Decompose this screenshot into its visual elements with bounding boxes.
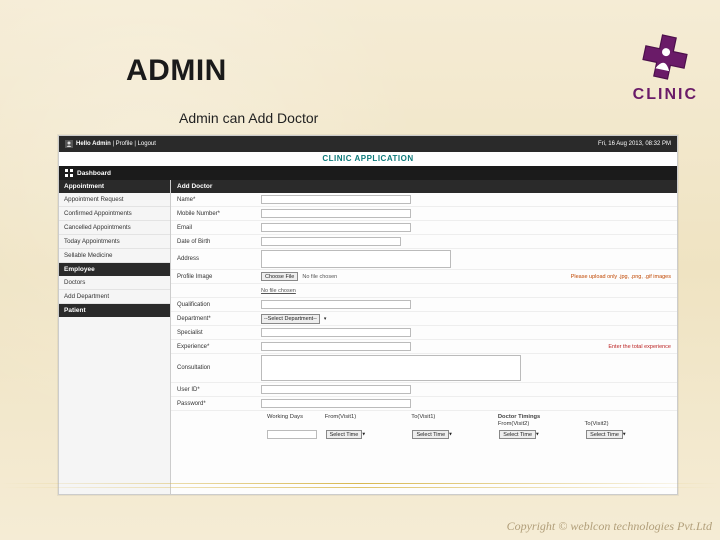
image-note: Please upload only .jpg, .png, .gif imag… xyxy=(571,274,671,280)
experience-field[interactable] xyxy=(261,342,411,351)
sidebar-head-patient: Patient xyxy=(59,304,170,317)
app-title: CLINIC APPLICATION xyxy=(59,152,677,166)
label-password: Password* xyxy=(171,401,261,407)
label-experience: Experience* xyxy=(171,344,261,350)
decorative-line xyxy=(0,487,720,488)
sidebar-head-employee: Employee xyxy=(59,263,170,276)
schedule-block: Working Days From(Visit1) To(Visit1) Doc… xyxy=(171,411,677,443)
label-name: Name* xyxy=(171,197,261,203)
sidebar-item[interactable]: Sellable Medicine xyxy=(59,249,170,263)
userid-field[interactable] xyxy=(261,385,411,394)
choose-file-button[interactable]: Choose File xyxy=(261,272,298,281)
dashboard-bar: Dashboard xyxy=(59,166,677,180)
label-department: Department* xyxy=(171,316,261,322)
from1-select[interactable]: Select Time xyxy=(326,430,363,439)
form-panel: Add Doctor Name* Mobile Number* Email Da… xyxy=(171,180,677,494)
day-field[interactable] xyxy=(267,430,317,439)
col-from2: From(Visit2) xyxy=(498,420,585,428)
no-file-link[interactable]: No file chosen xyxy=(261,288,296,294)
sidebar-item-add-department[interactable]: Add Department xyxy=(59,290,170,304)
label-specialist: Specialist xyxy=(171,330,261,336)
label-mobile: Mobile Number* xyxy=(171,211,261,217)
brand-logo: CLINIC xyxy=(633,30,698,104)
topbar: Hello Admin | Profile | Logout Fri, 16 A… xyxy=(59,136,677,152)
label-qualification: Qualification xyxy=(171,302,261,308)
user-greeting: Hello Admin | Profile | Logout xyxy=(65,140,156,148)
from2-select[interactable]: Select Time xyxy=(499,430,536,439)
sidebar-item[interactable]: Today Appointments xyxy=(59,235,170,249)
to2-select[interactable]: Select Time xyxy=(586,430,623,439)
experience-note: Enter the total experience xyxy=(608,344,671,350)
sidebar-item-doctors[interactable]: Doctors xyxy=(59,276,170,290)
specialist-field[interactable] xyxy=(261,328,411,337)
dashboard-icon xyxy=(65,169,73,177)
password-field[interactable] xyxy=(261,399,411,408)
label-email: Email xyxy=(171,225,261,231)
datetime-text: Fri, 16 Aug 2013, 08:32 PM xyxy=(598,141,671,147)
consultation-field[interactable] xyxy=(261,355,521,381)
label-profile-image: Profile Image xyxy=(171,274,261,280)
decorative-line xyxy=(0,483,720,484)
label-consultation: Consultation xyxy=(171,365,261,371)
label-address: Address xyxy=(171,256,261,262)
dob-field[interactable] xyxy=(261,237,401,246)
sidebar-item[interactable]: Appointment Request xyxy=(59,193,170,207)
department-select[interactable]: --Select Department-- xyxy=(261,314,320,324)
mobile-field[interactable] xyxy=(261,209,411,218)
slide-title: ADMIN xyxy=(126,54,227,88)
col-to2: To(Visit2) xyxy=(584,420,671,428)
address-field[interactable] xyxy=(261,250,451,268)
clinic-plus-icon xyxy=(638,30,692,84)
no-file-text: No file chosen xyxy=(302,274,337,280)
slide: ADMIN Admin can Add Doctor CLINIC Hello … xyxy=(0,0,720,540)
copyright-text: Copyright © weblcon technologies Pvt.Ltd xyxy=(507,519,712,534)
sidebar: Appointment Appointment Request Confirme… xyxy=(59,180,171,494)
label-userid: User ID* xyxy=(171,387,261,393)
sidebar-item[interactable]: Confirmed Appointments xyxy=(59,207,170,221)
to1-select[interactable]: Select Time xyxy=(412,430,449,439)
avatar-icon xyxy=(65,140,73,148)
app-screenshot: Hello Admin | Profile | Logout Fri, 16 A… xyxy=(58,135,678,495)
form-head: Add Doctor xyxy=(171,180,677,193)
sidebar-item[interactable]: Cancelled Appointments xyxy=(59,221,170,235)
greeting-text: Hello Admin | Profile | Logout xyxy=(76,141,156,147)
dashboard-label: Dashboard xyxy=(77,170,111,177)
brand-text: CLINIC xyxy=(633,86,698,104)
app-body: Appointment Appointment Request Confirme… xyxy=(59,180,677,494)
label-dob: Date of Birth xyxy=(171,239,261,245)
qualification-field[interactable] xyxy=(261,300,411,309)
email-field[interactable] xyxy=(261,223,411,232)
name-field[interactable] xyxy=(261,195,411,204)
sidebar-head-appointment: Appointment xyxy=(59,180,170,193)
slide-subtitle: Admin can Add Doctor xyxy=(179,110,318,126)
